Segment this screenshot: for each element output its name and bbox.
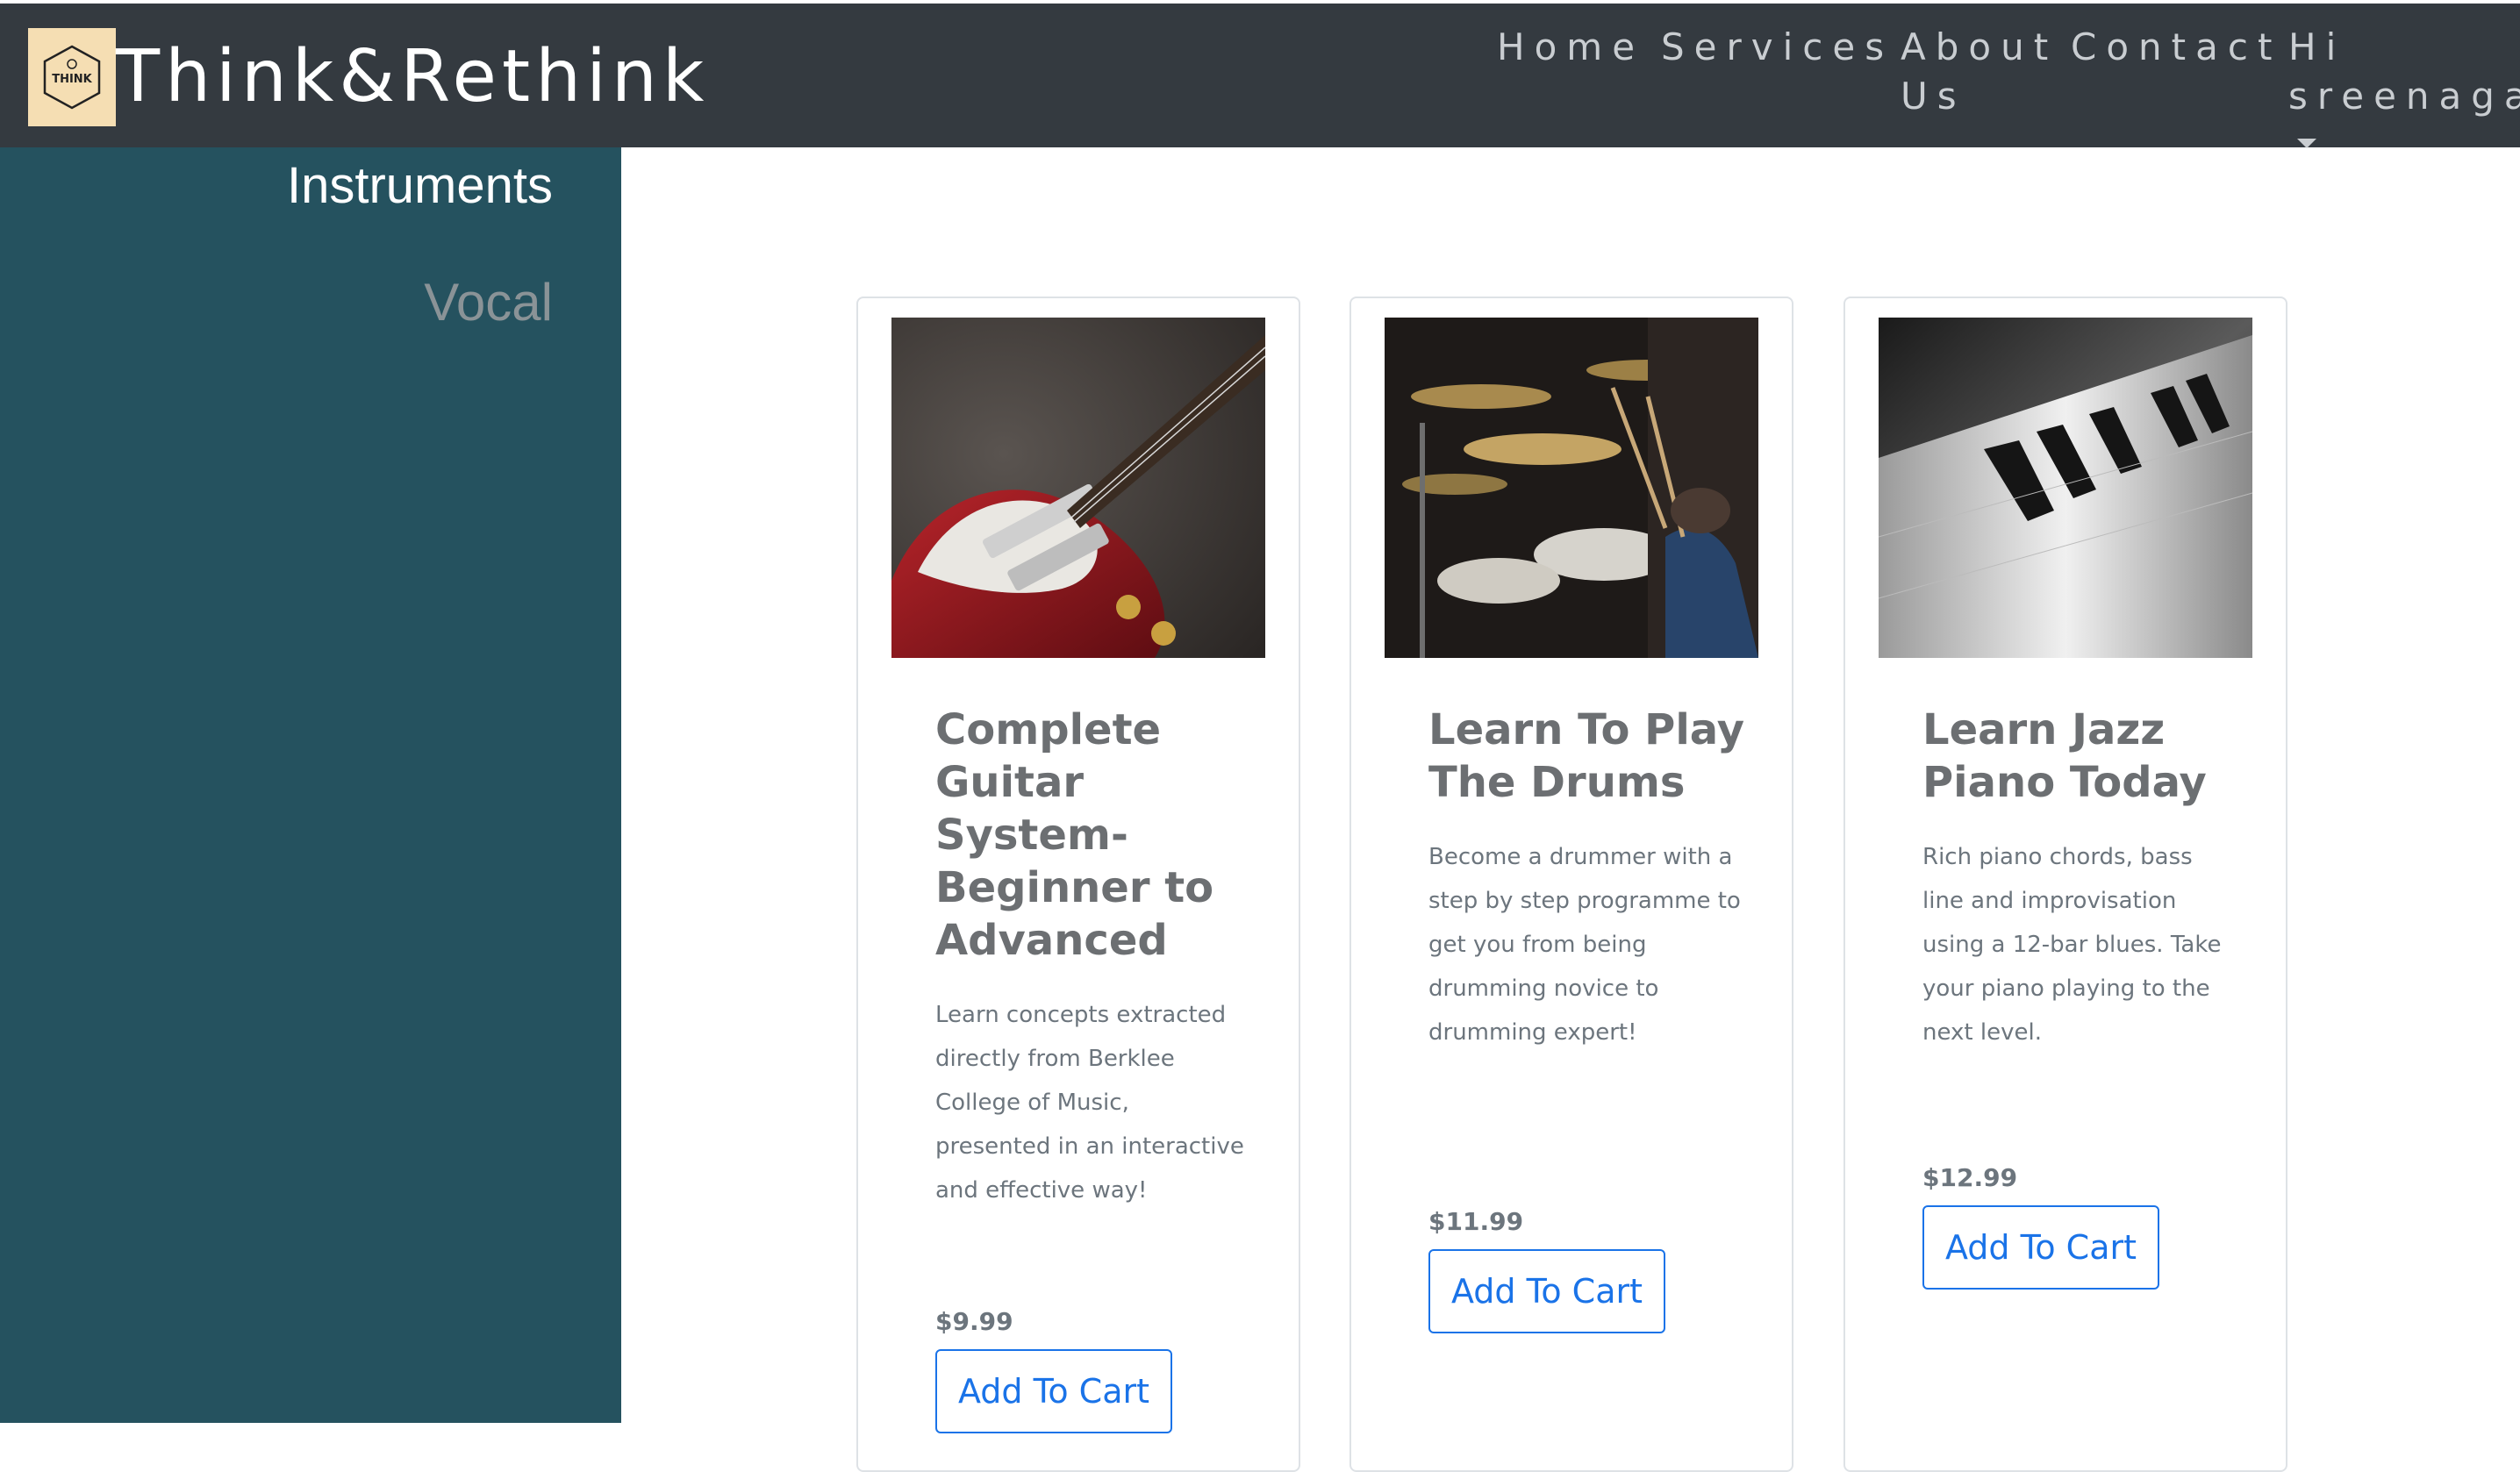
caret-down-icon[interactable] [2297, 139, 2316, 148]
guitar-image [891, 318, 1265, 658]
add-to-cart-button[interactable]: Add To Cart [935, 1349, 1172, 1433]
nav-services[interactable]: Services [1661, 23, 1894, 72]
drums-image [1385, 318, 1758, 658]
course-card: Complete Guitar System- Beginner to Adva… [856, 297, 1300, 1472]
course-price: $9.99 [935, 1307, 1013, 1336]
sidebar-item-vocal[interactable]: Vocal [424, 272, 553, 332]
course-description: Become a drummer with a step by step pro… [1428, 844, 1741, 1046]
add-to-cart-button[interactable]: Add To Cart [1428, 1249, 1665, 1333]
course-title[interactable]: Learn Jazz Piano Today [1922, 704, 2256, 809]
nav-about-us[interactable]: About Us [1901, 23, 2058, 121]
course-price: $12.99 [1922, 1163, 2018, 1192]
nav-home[interactable]: Home [1497, 23, 1644, 72]
course-card: Learn To Play The Drums Become a drummer… [1349, 297, 1793, 1472]
sidebar-item-instruments[interactable]: Instruments [287, 156, 553, 215]
add-to-cart-button[interactable]: Add To Cart [1922, 1205, 2159, 1290]
user-menu[interactable]: Hi sreenagas [2288, 23, 2520, 121]
course-description: Rich piano chords, bass line and improvi… [1922, 844, 2222, 1046]
nav-contact[interactable]: Contact [2071, 23, 2281, 72]
course-title[interactable]: Complete Guitar System- Beginner to Adva… [935, 704, 1269, 967]
course-card: Learn Jazz Piano Today Rich piano chords… [1843, 297, 2287, 1472]
course-description: Learn concepts extracted directly from B… [935, 1002, 1244, 1204]
top-navbar: THINK Think&Rethink Home Services About … [0, 0, 2520, 148]
logo-text: THINK [52, 73, 92, 86]
category-sidebar: Instruments Vocal [0, 147, 621, 1423]
brand-name[interactable]: Think&Rethink [116, 33, 709, 121]
logo[interactable]: THINK [28, 28, 116, 126]
piano-image [1879, 318, 2252, 658]
course-price: $11.99 [1428, 1207, 1524, 1236]
course-title[interactable]: Learn To Play The Drums [1428, 704, 1762, 809]
lightbulb-hexagon-icon: THINK [41, 43, 103, 111]
